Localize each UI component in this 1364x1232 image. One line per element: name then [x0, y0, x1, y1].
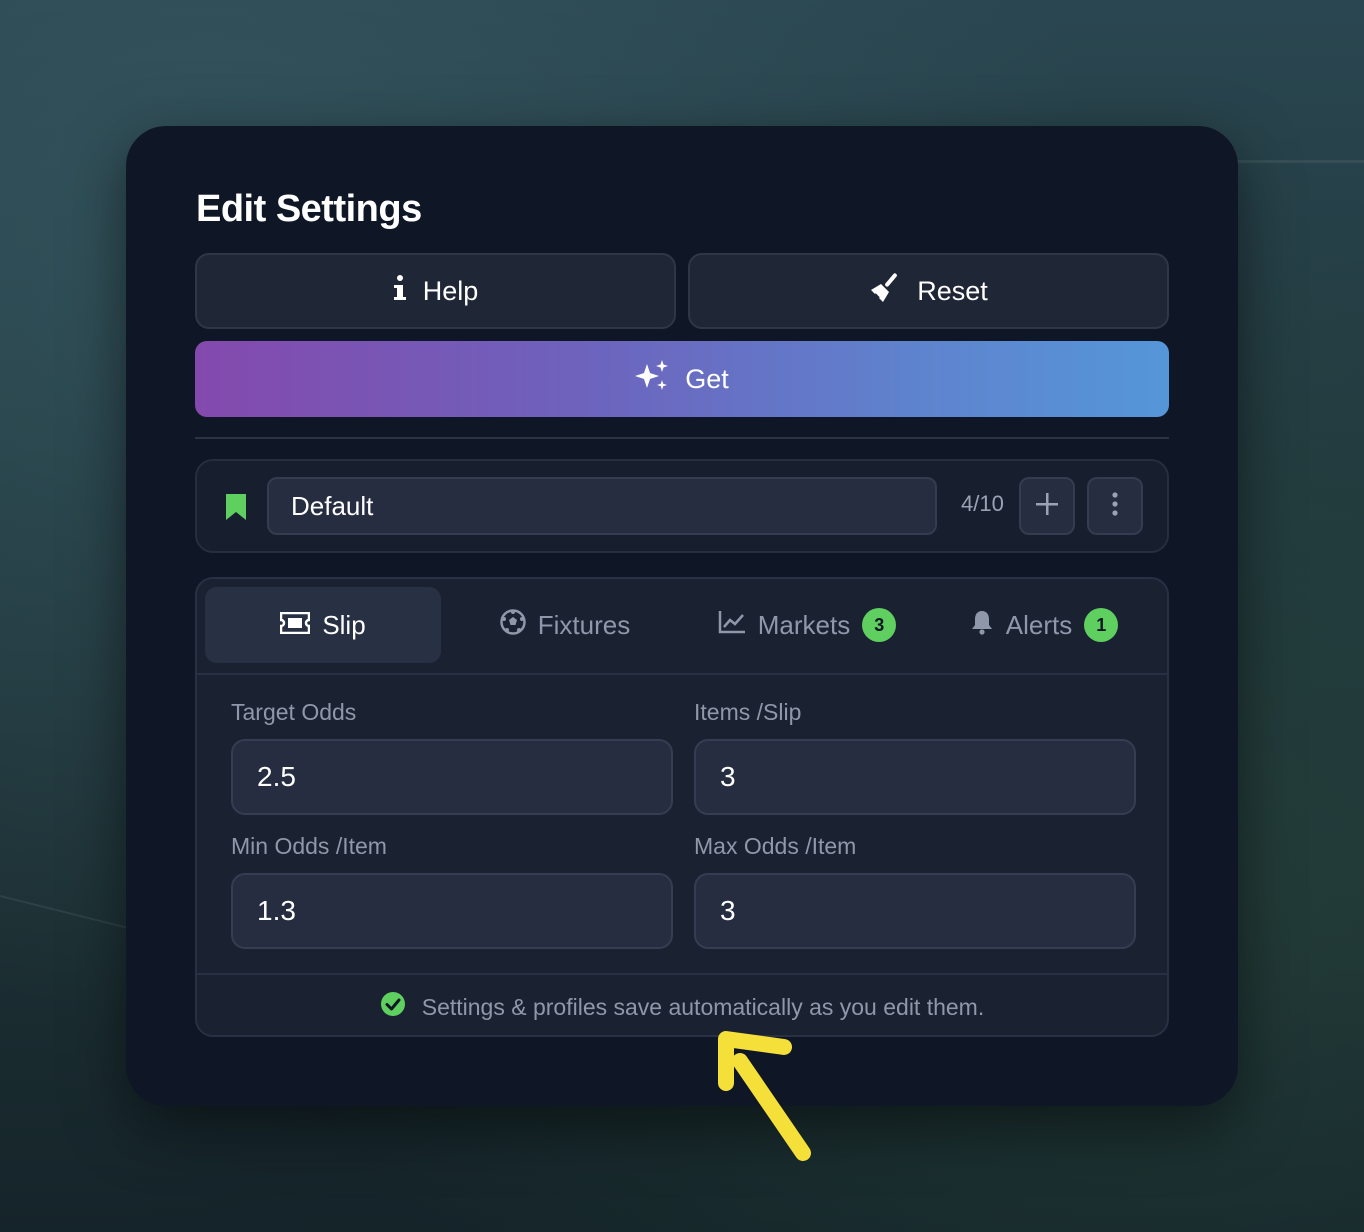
max-odds-label: Max Odds /Item	[694, 833, 857, 859]
divider	[195, 437, 1169, 439]
settings-dialog: Edit Settings Help Reset Get Default 4/1…	[126, 126, 1238, 1106]
ticket-icon	[280, 610, 311, 641]
tab-markets[interactable]: Markets 3	[689, 587, 925, 663]
target-odds-input[interactable]: 2.5	[231, 739, 673, 815]
profile-count: 4/10	[961, 491, 1004, 516]
tab-label: Alerts	[1005, 609, 1073, 640]
bookmark-icon	[225, 493, 247, 526]
tab-fixtures[interactable]: Fixtures	[447, 587, 683, 663]
tab-alerts[interactable]: Alerts 1	[931, 587, 1157, 663]
plus-icon	[1036, 492, 1058, 520]
tab-label: Fixtures	[537, 609, 631, 640]
get-label: Get	[685, 363, 729, 394]
annotation-arrow-icon	[700, 1025, 830, 1175]
check-circle-icon	[380, 991, 406, 1023]
autosave-footer: Settings & profiles save automatically a…	[197, 973, 1167, 1035]
more-vertical-icon	[1112, 491, 1118, 521]
broom-icon	[869, 272, 901, 311]
reset-label: Reset	[917, 275, 988, 306]
sparkles-icon	[635, 359, 669, 399]
reset-button[interactable]: Reset	[688, 253, 1169, 329]
help-button[interactable]: Help	[195, 253, 676, 329]
more-options-button[interactable]	[1087, 477, 1143, 535]
get-button[interactable]: Get	[195, 341, 1169, 417]
tab-label: Markets	[757, 609, 851, 640]
help-label: Help	[422, 275, 479, 306]
background-field-line	[0, 895, 137, 931]
min-odds-label: Min Odds /Item	[231, 833, 387, 859]
items-per-slip-label: Items /Slip	[694, 699, 802, 725]
soccer-ball-icon	[500, 608, 526, 642]
tab-slip[interactable]: Slip	[205, 587, 441, 663]
add-profile-button[interactable]	[1019, 477, 1075, 535]
bell-icon	[970, 609, 994, 642]
tab-bar: Slip Fixtures Markets 3 Alerts 1	[197, 579, 1167, 675]
profile-row: Default 4/10	[195, 459, 1169, 553]
tab-label: Slip	[322, 609, 366, 640]
dialog-title: Edit Settings	[196, 188, 422, 230]
min-odds-input[interactable]: 1.3	[231, 873, 673, 949]
max-odds-input[interactable]: 3	[694, 873, 1136, 949]
info-icon	[393, 274, 407, 309]
settings-card: Slip Fixtures Markets 3 Alerts 1 Target …	[195, 577, 1169, 1037]
markets-count-badge: 3	[862, 608, 897, 642]
line-chart-icon	[718, 610, 746, 641]
profile-name-input[interactable]: Default	[267, 477, 937, 535]
target-odds-label: Target Odds	[231, 699, 357, 725]
background-field-line	[1236, 160, 1364, 163]
items-per-slip-input[interactable]: 3	[694, 739, 1136, 815]
autosave-text: Settings & profiles save automatically a…	[421, 993, 985, 1020]
alerts-count-badge: 1	[1084, 608, 1119, 642]
